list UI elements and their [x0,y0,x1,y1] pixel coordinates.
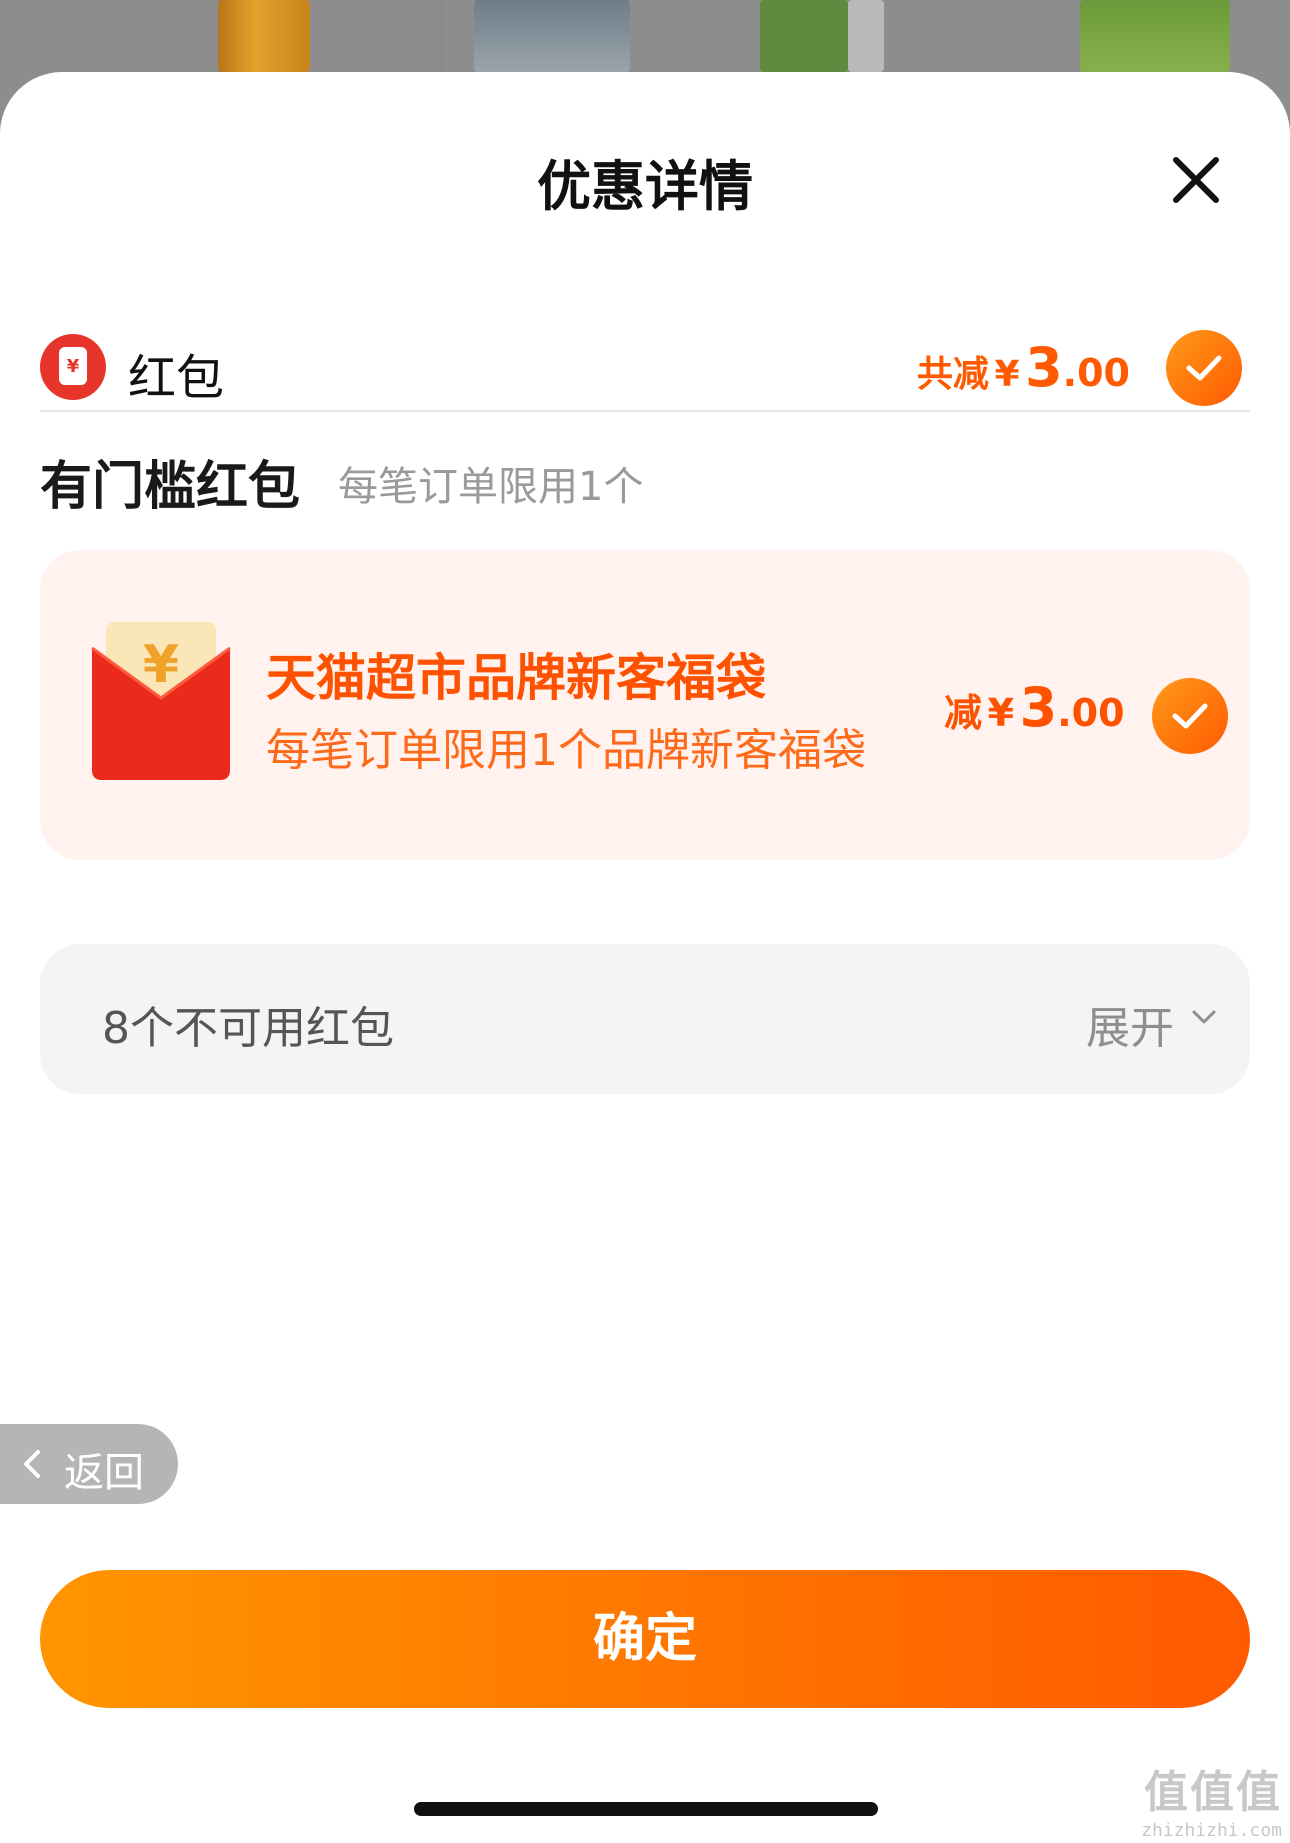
home-indicator [414,1802,878,1816]
sheet-title: 优惠详情 [537,155,753,218]
red-packet-icon: ¥ [40,334,106,400]
product-thumbnail [760,0,848,72]
currency-symbol: ¥ [994,354,1020,395]
watermark-url: zhizhizhi.com [1141,1820,1282,1841]
product-thumbnail [218,0,310,72]
amount-integer: 3 [1019,676,1058,739]
total-prefix: 共减 [916,354,989,395]
discount-detail-sheet: 优惠详情 ¥ 红包 共减 ¥ 3.00 有门槛红包 每笔订单限用1个 ¥ 天猫超… [0,72,1290,1843]
divider [40,410,1250,412]
watermark: 值值值 zhizhizhi.com [1141,1756,1282,1841]
watermark-text: 值值值 [1144,1767,1282,1818]
section-title: 有门槛红包 [40,457,301,517]
back-label: 返回 [64,1450,144,1496]
check-icon[interactable] [1166,330,1242,406]
product-thumbnail [474,0,630,72]
unavailable-red-packets-row[interactable]: 8个不可用红包 展开 [40,944,1250,1094]
chevron-left-icon [24,1450,40,1478]
expand-label[interactable]: 展开 [1086,992,1174,1056]
divider [440,0,442,72]
unavailable-label: 8个不可用红包 [102,1003,394,1054]
amount-decimal: .00 [1062,351,1130,395]
coupon-card[interactable]: ¥ 天猫超市品牌新客福袋 每笔订单限用1个品牌新客福袋 减 ¥ 3.00 [40,550,1250,860]
divider [700,0,702,72]
confirm-button[interactable]: 确定 [40,1570,1250,1708]
coupon-title: 天猫超市品牌新客福袋 [266,649,766,707]
close-icon[interactable] [1166,150,1226,210]
red-packet-row[interactable]: ¥ 红包 共减 ¥ 3.00 [40,302,1250,412]
back-button[interactable]: 返回 [0,1424,178,1504]
chevron-down-icon[interactable] [1190,1006,1218,1028]
check-icon[interactable] [1152,678,1228,754]
amount-integer: 3 [1025,336,1063,399]
red-packet-icon-glyph: ¥ [59,347,87,385]
svg-text:¥: ¥ [143,635,179,695]
coupon-description: 每笔订单限用1个品牌新客福袋 [266,725,866,776]
currency-symbol: ¥ [987,691,1015,735]
envelope-icon: ¥ [90,620,232,782]
amount-decimal: .00 [1057,691,1125,735]
red-packet-label: 红包 [128,350,225,406]
divider [980,0,982,72]
product-thumbnail [1080,0,1230,72]
product-thumbnail [848,0,884,72]
amount-prefix: 减 [944,691,983,735]
coupon-amount: 减 ¥ 3.00 [944,676,1125,739]
section-subtitle: 每笔订单限用1个 [338,464,644,510]
total-discount: 共减 ¥ 3.00 [917,336,1130,399]
